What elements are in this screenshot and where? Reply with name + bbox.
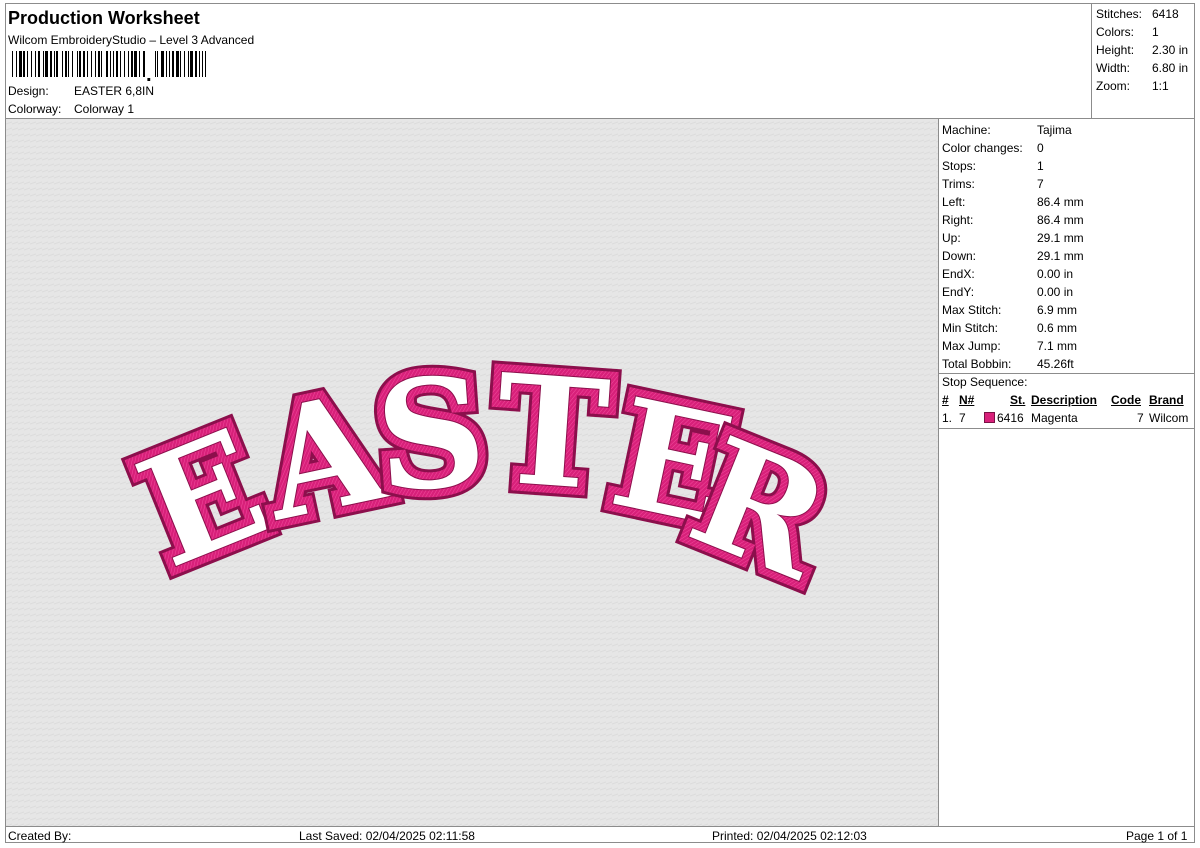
width-row: Width: 6.80 in bbox=[1096, 61, 1188, 75]
stop-sequence-divider bbox=[939, 373, 1195, 374]
machine-info-value: 0 bbox=[1037, 141, 1044, 155]
stitches-label: Stitches: bbox=[1096, 7, 1143, 21]
machine-info-value: 86.4 mm bbox=[1037, 213, 1084, 227]
machine-info-row: Max Stitch: 6.9 mm bbox=[942, 303, 1077, 317]
machine-info-value: 29.1 mm bbox=[1037, 231, 1084, 245]
stop-row-code: 7 bbox=[1137, 411, 1144, 425]
colors-label: Colors: bbox=[1096, 25, 1135, 39]
machine-info-value: 6.9 mm bbox=[1037, 303, 1078, 317]
stop-row-description: Magenta bbox=[1031, 411, 1078, 425]
machine-info-label: Down: bbox=[942, 249, 977, 263]
height-value: 2.30 in bbox=[1152, 43, 1189, 57]
machine-info-row: Stops: 1 bbox=[942, 159, 1044, 173]
machine-info-label: EndY: bbox=[942, 285, 975, 299]
machine-info-value: 0.00 in bbox=[1037, 285, 1074, 299]
stop-row-needle: 7 bbox=[959, 411, 966, 425]
machine-info-label: Trims: bbox=[942, 177, 975, 191]
barcode-image: , bbox=[12, 51, 206, 81]
embroidery-preview: EEEAAASSS TTTEEERRR bbox=[6, 119, 938, 826]
machine-info-label: Machine: bbox=[942, 123, 991, 137]
zoom-value: 1:1 bbox=[1152, 79, 1169, 93]
stop-row-brand: Wilcom bbox=[1149, 411, 1189, 425]
zoom-row: Zoom: 1:1 bbox=[1096, 79, 1169, 93]
machine-info-value: 45.26ft bbox=[1037, 357, 1074, 371]
machine-info-value: 0.6 mm bbox=[1037, 321, 1078, 335]
machine-info-value: Tajima bbox=[1037, 123, 1072, 137]
colorway-label: Colorway: bbox=[8, 102, 62, 116]
machine-info-label: Right: bbox=[942, 213, 974, 227]
page-number: Page 1 of 1 bbox=[1126, 829, 1188, 843]
colors-value: 1 bbox=[1152, 25, 1159, 39]
machine-info-label: Color changes: bbox=[942, 141, 1023, 155]
design-preview: EEEAAASSSTTTEEERRR bbox=[6, 119, 938, 826]
stitches-row: Stitches: 6418 bbox=[1096, 7, 1179, 21]
page-title: Production Worksheet bbox=[8, 8, 200, 28]
machine-info-panel: Machine: Tajima Color changes: 0 Stops: 1 Trim… bbox=[939, 119, 1195, 826]
colors-row: Colors: 1 bbox=[1096, 25, 1159, 39]
last-saved: Last Saved: 02/04/2025 02:11:58 bbox=[299, 829, 475, 843]
letter-t: TTT bbox=[479, 330, 625, 535]
machine-info-label: Up: bbox=[942, 231, 961, 245]
width-label: Width: bbox=[1096, 61, 1131, 75]
colorway-value: Colorway 1 bbox=[74, 102, 135, 116]
height-row: Height: 2.30 in bbox=[1096, 43, 1188, 57]
machine-info-value: 86.4 mm bbox=[1037, 195, 1084, 209]
machine-info-row: Left: 86.4 mm bbox=[942, 195, 1084, 209]
machine-info-value: 1 bbox=[1037, 159, 1044, 173]
machine-info-value: 7 bbox=[1037, 177, 1044, 191]
col-header-index: # bbox=[942, 393, 949, 407]
machine-info-row: Max Jump: 7.1 mm bbox=[942, 339, 1077, 353]
printed-date: Printed: 02/04/2025 02:12:03 bbox=[712, 829, 867, 843]
machine-info-label: Min Stitch: bbox=[942, 321, 999, 335]
col-header-description: Description bbox=[1031, 393, 1098, 407]
machine-info-label: EndX: bbox=[942, 267, 975, 281]
col-header-code: Code bbox=[1111, 393, 1141, 407]
col-header-stitches: St. bbox=[1010, 393, 1026, 407]
machine-info-row: Down: 29.1 mm bbox=[942, 249, 1084, 263]
machine-info-row: Total Bobbin: 45.26ft bbox=[942, 357, 1074, 371]
design-row: Design: EASTER 6,8IN bbox=[8, 84, 154, 98]
design-value: EASTER 6,8IN bbox=[74, 84, 155, 98]
height-label: Height: bbox=[1096, 43, 1135, 57]
letter-s: SSS bbox=[360, 332, 502, 537]
machine-info-row: Color changes: 0 bbox=[942, 141, 1044, 155]
svg-text:,: , bbox=[146, 64, 152, 81]
stitches-value: 6418 bbox=[1152, 7, 1179, 21]
stop-table-divider bbox=[939, 428, 1195, 429]
machine-info-row: Machine: Tajima bbox=[942, 123, 1072, 137]
color-swatch bbox=[984, 412, 995, 423]
worksheet-header: Production Worksheet Wilcom EmbroiderySt… bbox=[6, 4, 1091, 118]
machine-info-row: EndX: 0.00 in bbox=[942, 267, 1073, 281]
machine-info-row: EndY: 0.00 in bbox=[942, 285, 1073, 299]
machine-info-value: 0.00 in bbox=[1037, 267, 1074, 281]
stop-row-stitches: 6416 bbox=[997, 411, 1024, 425]
stop-sequence-title: Stop Sequence: bbox=[942, 375, 1028, 389]
machine-info-label: Stops: bbox=[942, 159, 977, 173]
design-label: Design: bbox=[8, 84, 49, 98]
zoom-label: Zoom: bbox=[1096, 79, 1131, 93]
created-by: Created By: bbox=[8, 829, 72, 843]
col-header-brand: Brand bbox=[1149, 393, 1184, 407]
machine-info-label: Left: bbox=[942, 195, 966, 209]
production-worksheet: Production Worksheet Wilcom EmbroiderySt… bbox=[5, 3, 1195, 843]
width-value: 6.80 in bbox=[1152, 61, 1189, 75]
svg-text:T: T bbox=[490, 341, 614, 524]
machine-info-label: Total Bobbin: bbox=[942, 357, 1012, 371]
machine-info-label: Max Jump: bbox=[942, 339, 1001, 353]
colorway-row: Colorway: Colorway 1 bbox=[8, 102, 134, 116]
worksheet-footer: Created By: Last Saved: 02/04/2025 02:11… bbox=[6, 826, 1194, 843]
machine-info-row: Trims: 7 bbox=[942, 177, 1044, 191]
machine-info-row: Up: 29.1 mm bbox=[942, 231, 1084, 245]
machine-info-label: Max Stitch: bbox=[942, 303, 1002, 317]
machine-info-row: Right: 86.4 mm bbox=[942, 213, 1084, 227]
software-name: Wilcom EmbroideryStudio – Level 3 Advanc… bbox=[8, 33, 255, 47]
machine-info-value: 29.1 mm bbox=[1037, 249, 1084, 263]
col-header-needle: N# bbox=[959, 393, 975, 407]
summary-panel: Stitches: 6418 Colors: 1 Height: 2.30 in Wi… bbox=[1091, 4, 1195, 118]
machine-info-value: 7.1 mm bbox=[1037, 339, 1078, 353]
stop-row-index: 1. bbox=[942, 411, 953, 425]
machine-info-row: Min Stitch: 0.6 mm bbox=[942, 321, 1077, 335]
svg-text:S: S bbox=[371, 343, 491, 526]
